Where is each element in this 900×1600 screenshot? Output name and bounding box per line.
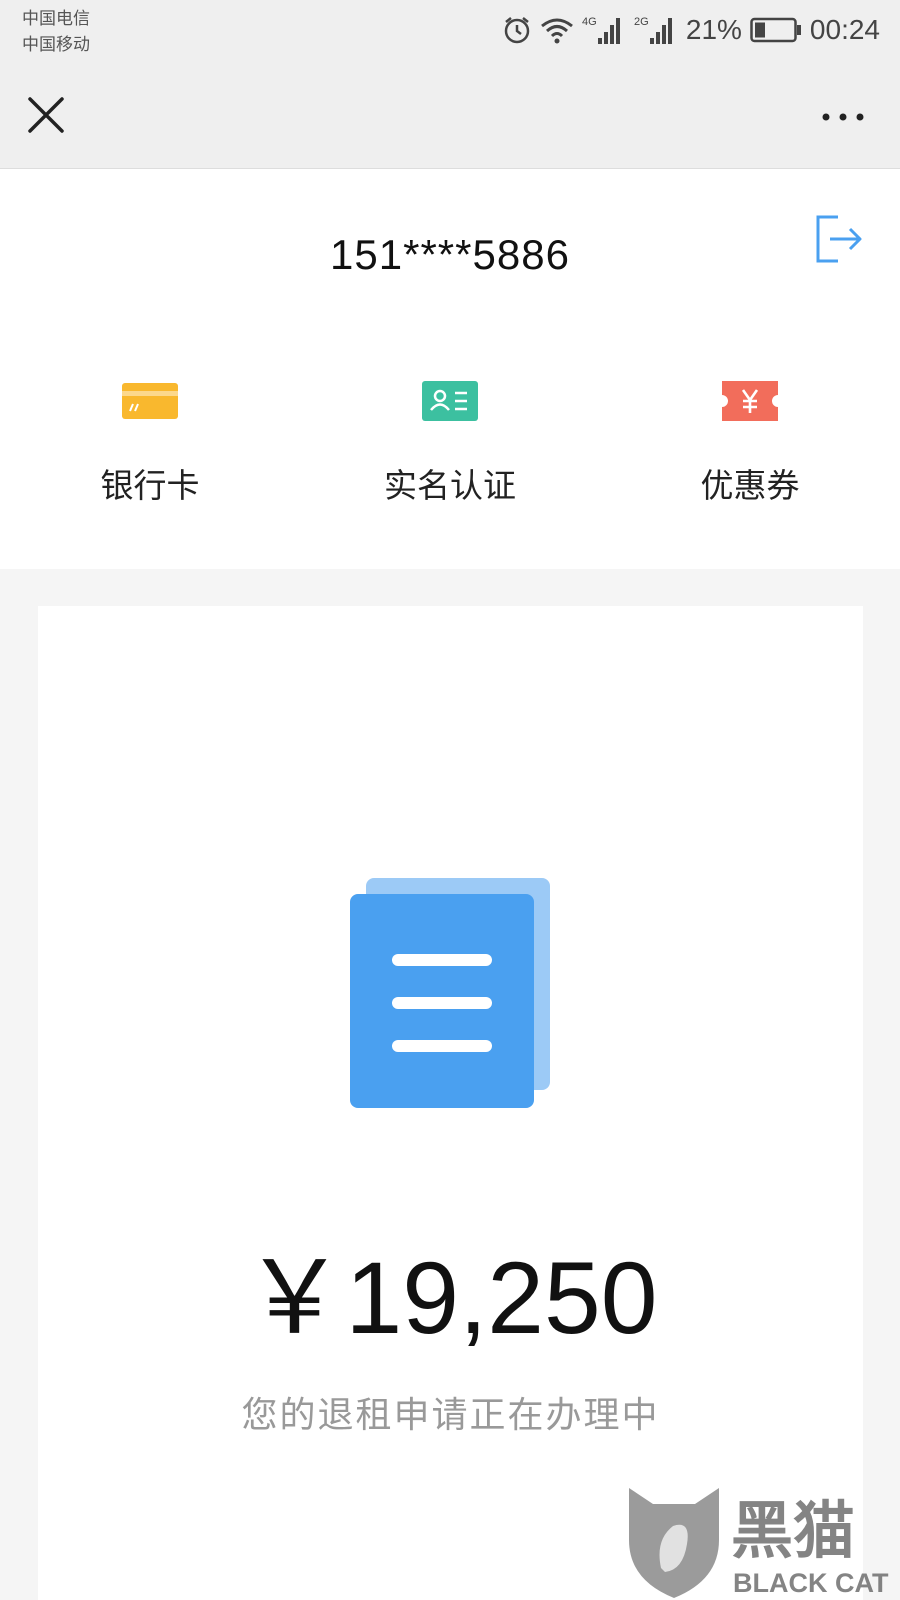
carrier-labels: 中国电信 中国移动 — [22, 6, 90, 58]
alarm-icon — [504, 17, 530, 44]
id-card-icon — [422, 381, 478, 421]
network-label-2: 2G — [634, 16, 649, 28]
refund-card: ￥19,250 您的退租申请正在办理中 — [38, 606, 863, 1600]
nav-bar — [0, 65, 900, 169]
status-icons: 4G 2G 21% 00:24 — [502, 10, 880, 50]
refund-status: 您的退租申请正在办理中 — [241, 1395, 660, 1436]
quick-action-bank-card[interactable]: 银行卡 — [50, 379, 250, 507]
battery-icon — [750, 17, 801, 43]
signal-icon-1: 4G — [582, 16, 620, 44]
phone-number: 151****5886 — [330, 231, 570, 278]
coupon-icon — [722, 381, 778, 421]
carrier-2: 中国移动 — [22, 35, 90, 55]
quick-action-label: 银行卡 — [100, 466, 200, 505]
black-cat-watermark: 黑猫 BLACK CAT — [629, 1488, 889, 1598]
battery-percent: 21% — [685, 14, 742, 45]
close-icon[interactable] — [22, 91, 70, 139]
more-dots-icon[interactable] — [816, 97, 870, 137]
quick-action-label: 实名认证 — [384, 466, 516, 505]
wifi-icon — [540, 18, 573, 44]
quick-action-label: 优惠券 — [700, 466, 800, 505]
carrier-1: 中国电信 — [22, 9, 90, 29]
bank-card-icon — [122, 383, 178, 419]
quick-action-coupon[interactable]: 优惠券 — [650, 379, 850, 507]
logout-icon[interactable] — [814, 213, 864, 265]
status-bar: 中国电信 中国移动 4G 2G 21% 00:24 — [0, 0, 900, 65]
network-label-1: 4G — [582, 16, 597, 28]
document-icon — [350, 878, 550, 1108]
watermark-cn: 黑猫 — [731, 1494, 855, 1567]
quick-action-real-name[interactable]: 实名认证 — [350, 379, 550, 507]
account-panel: 151****5886 银行卡 实名认证 优惠券 — [0, 169, 900, 569]
refund-amount: ￥19,250 — [243, 1241, 658, 1355]
signal-icon-2: 2G — [634, 16, 672, 44]
clock: 00:24 — [809, 14, 880, 45]
watermark-en: BLACK CAT — [733, 1568, 889, 1598]
